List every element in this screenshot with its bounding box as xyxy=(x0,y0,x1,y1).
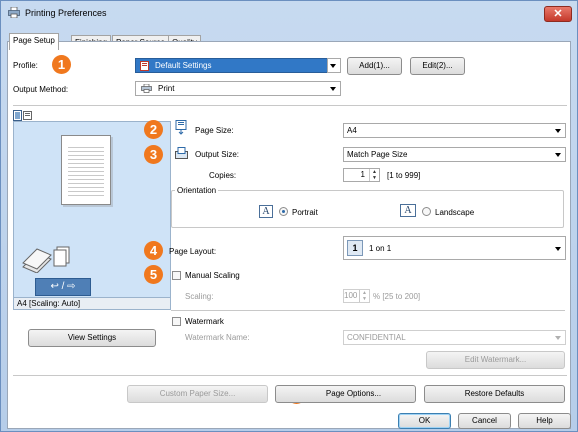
output-method-label: Output Method: xyxy=(13,85,69,94)
watermark-name-label: Watermark Name: xyxy=(185,333,250,342)
orientation-label: Orientation xyxy=(175,186,219,195)
spinner-arrows-icon[interactable]: ▲ ▼ xyxy=(369,169,379,181)
close-button[interactable]: ✕ xyxy=(544,6,572,22)
scaling-label: Scaling: xyxy=(185,292,214,301)
page-preview-lines xyxy=(68,144,104,196)
output-size-icon xyxy=(175,147,188,159)
chevron-down-icon xyxy=(330,87,336,91)
custom-paper-size-button[interactable]: Custom Paper Size... xyxy=(127,385,268,403)
landscape-radio[interactable] xyxy=(422,207,431,216)
edit-watermark-button[interactable]: Edit Watermark... xyxy=(426,351,565,369)
restore-defaults-button[interactable]: Restore Defaults xyxy=(424,385,565,403)
watermark-name-select[interactable]: CONFIDENTIAL xyxy=(343,330,566,345)
chevron-down-icon xyxy=(555,153,561,157)
chevron-down-icon xyxy=(330,64,336,68)
callout-badge-4: 4 xyxy=(144,241,163,260)
page-layout-label: Page Layout: xyxy=(169,247,217,256)
page-preview-image xyxy=(61,135,111,205)
help-button[interactable]: Help xyxy=(518,413,571,429)
stapled-stack-icon xyxy=(22,246,70,273)
profile-icon xyxy=(140,61,149,71)
preview-status: A4 [Scaling: Auto] xyxy=(13,297,171,310)
output-size-select[interactable]: Match Page Size xyxy=(343,147,566,162)
separator xyxy=(13,375,567,376)
chevron-down-icon xyxy=(555,129,561,133)
copies-value: 1 xyxy=(360,170,365,179)
portrait-icon: A xyxy=(259,205,273,218)
watermark-name-value: CONFIDENTIAL xyxy=(347,333,406,342)
profile-dropdown-button[interactable] xyxy=(327,58,341,73)
scaling-value: 100 xyxy=(344,291,358,300)
view-settings-button[interactable]: View Settings xyxy=(28,329,156,347)
scaling-range: % [25 to 200] xyxy=(373,292,421,301)
profile-label: Profile: xyxy=(13,61,38,70)
copies-label: Copies: xyxy=(209,171,237,180)
output-size-label: Output Size: xyxy=(195,150,240,159)
printer-icon xyxy=(8,7,20,18)
page-options-button[interactable]: Page Options... xyxy=(275,385,416,403)
profile-select[interactable]: Default Settings xyxy=(135,58,354,73)
tab-page-setup[interactable]: Page Setup xyxy=(9,33,59,50)
callout-badge-3: 3 xyxy=(144,145,163,164)
copies-range: [1 to 999] xyxy=(387,171,421,180)
output-method-select[interactable]: Print xyxy=(135,81,341,96)
printer-icon xyxy=(141,84,152,93)
page-size-select[interactable]: A4 xyxy=(343,123,566,138)
callout-badge-5: 5 xyxy=(144,265,163,284)
orientation-icon: ↩ / ⇨ xyxy=(50,281,76,292)
portrait-radio[interactable] xyxy=(279,207,288,216)
watermark-checkbox[interactable] xyxy=(172,317,181,326)
page-size-value: A4 xyxy=(347,126,357,135)
ok-button[interactable]: OK xyxy=(398,413,451,429)
edit-profile-button[interactable]: Edit(2)... xyxy=(410,57,465,75)
page-size-icon xyxy=(175,120,187,135)
orientation-preview-button[interactable]: ↩ / ⇨ xyxy=(35,278,91,296)
page-layout-value: 1 on 1 xyxy=(369,244,392,253)
landscape-icon: A xyxy=(400,204,416,217)
output-method-value: Print xyxy=(158,84,175,93)
separator xyxy=(171,310,565,311)
chevron-down-icon xyxy=(555,247,561,251)
separator xyxy=(13,105,567,106)
output-size-value: Match Page Size xyxy=(347,150,408,159)
page-size-label: Page Size: xyxy=(195,126,234,135)
cancel-button[interactable]: Cancel xyxy=(458,413,511,429)
add-profile-button[interactable]: Add(1)... xyxy=(347,57,402,75)
portrait-label: Portrait xyxy=(292,208,318,217)
page-layout-icon: 1 xyxy=(347,240,363,256)
printing-preferences-window: Printing Preferences ✕ Page Setup Finish… xyxy=(0,0,578,432)
window-title: Printing Preferences xyxy=(25,8,107,18)
manual-scaling-checkbox[interactable] xyxy=(172,271,181,280)
title-bar[interactable]: Printing Preferences ✕ xyxy=(1,1,577,25)
manual-scaling-label: Manual Scaling xyxy=(185,271,240,280)
callout-badge-1: 1 xyxy=(52,55,71,74)
page-layout-select[interactable]: 1 1 on 1 xyxy=(343,236,566,260)
orientation-group xyxy=(171,190,564,228)
callout-badge-2: 2 xyxy=(144,120,163,139)
spinner-arrows-icon[interactable]: ▲ ▼ xyxy=(359,290,369,302)
landscape-label: Landscape xyxy=(435,208,475,217)
watermark-label: Watermark xyxy=(185,317,224,326)
chevron-down-icon xyxy=(555,336,561,340)
preview-status-text: A4 [Scaling: Auto] xyxy=(17,299,81,308)
copies-spinner[interactable]: 1 ▲ ▼ xyxy=(343,168,380,182)
close-icon: ✕ xyxy=(553,8,563,20)
scaling-spinner[interactable]: 100 ▲ ▼ xyxy=(343,289,370,303)
profile-value: Default Settings xyxy=(155,61,212,70)
